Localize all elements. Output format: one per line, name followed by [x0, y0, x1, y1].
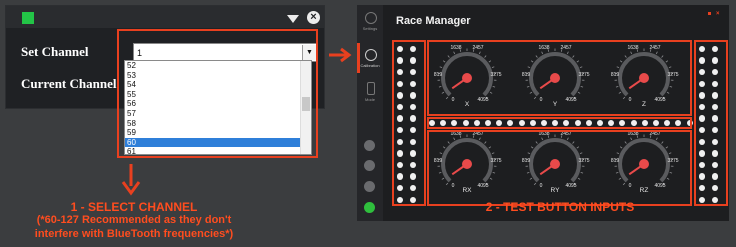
collapse-icon[interactable]: [287, 15, 299, 23]
highlight-box-middle-buttons: [427, 117, 692, 129]
mode-icon[interactable]: [367, 82, 375, 95]
calibration-icon[interactable]: [365, 49, 377, 61]
highlight-box-left-buttons: [392, 40, 426, 206]
sidebar-item-calibration[interactable]: Calibration: [358, 63, 382, 68]
annotation-note-line1: (*60-127 Recommended as they don't: [36, 214, 232, 226]
page-title: Race Manager: [396, 15, 471, 27]
highlight-box-select: [117, 29, 318, 158]
status-circle-connected: [364, 202, 375, 213]
highlight-box-right-buttons: [694, 40, 728, 206]
close-icon[interactable]: ×: [307, 11, 320, 24]
current-channel-label: Current Channel: [21, 76, 117, 91]
annotation-select-channel: 1 - SELECT CHANNEL: [70, 200, 198, 214]
status-circle-2: [364, 160, 375, 171]
annotation-test-buttons: 2 - TEST BUTTON INPUTS: [485, 200, 635, 214]
status-circle-3: [364, 181, 375, 192]
settings-icon[interactable]: [365, 12, 377, 24]
annotation-note-line2: interfere with BlueTooth frequencies*): [34, 228, 234, 240]
minimize-icon[interactable]: [708, 12, 711, 15]
arrow-right-icon: [329, 47, 352, 63]
dialog-titlebar: [6, 6, 324, 28]
sidebar-item-mode[interactable]: Mode: [358, 97, 382, 102]
arrow-down-icon: [121, 164, 141, 196]
status-indicator-icon: [22, 12, 34, 24]
status-circle-1: [364, 140, 375, 151]
set-channel-label: Set Channel: [21, 44, 89, 59]
sidebar-active-marker: [357, 43, 360, 73]
race-manager-sidebar: Settings Calibration Mode: [357, 5, 383, 221]
sidebar-item-settings[interactable]: Settings: [358, 26, 382, 31]
close-icon[interactable]: ×: [716, 11, 720, 17]
highlight-box-top-gauges: [427, 40, 692, 116]
highlight-box-bottom-gauges: [427, 130, 692, 206]
